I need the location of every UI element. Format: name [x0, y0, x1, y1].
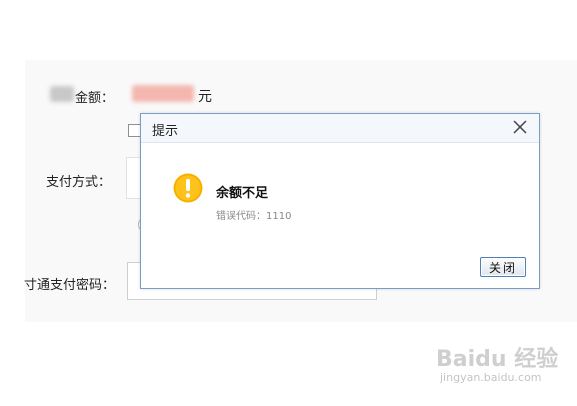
- dialog-title: 提示: [152, 124, 179, 139]
- close-icon[interactable]: [511, 118, 529, 136]
- payment-method-label: 支付方式：: [46, 175, 112, 190]
- redacted-amount-blur: [132, 85, 194, 102]
- amount-unit: 元: [198, 89, 212, 105]
- dialog-header: 提示: [141, 114, 539, 143]
- redacted-label-blur: [50, 86, 74, 102]
- close-button[interactable]: 关闭: [480, 257, 526, 277]
- password-label: 寸通支付密码：: [24, 278, 116, 293]
- dialog-message: 余额不足: [216, 186, 269, 201]
- error-code: 错误代码：1110: [216, 211, 292, 222]
- warning-icon: [173, 173, 203, 203]
- baidu-watermark: Baidu 经验 jingyan.baidu.com: [436, 341, 574, 401]
- alert-dialog: 提示 余额不足 错误代码：1110 关闭: [140, 113, 540, 289]
- watermark-url: jingyan.baidu.com: [440, 371, 542, 384]
- amount-label: 金额：: [75, 91, 115, 106]
- watermark-logo: Baidu 经验: [436, 347, 559, 372]
